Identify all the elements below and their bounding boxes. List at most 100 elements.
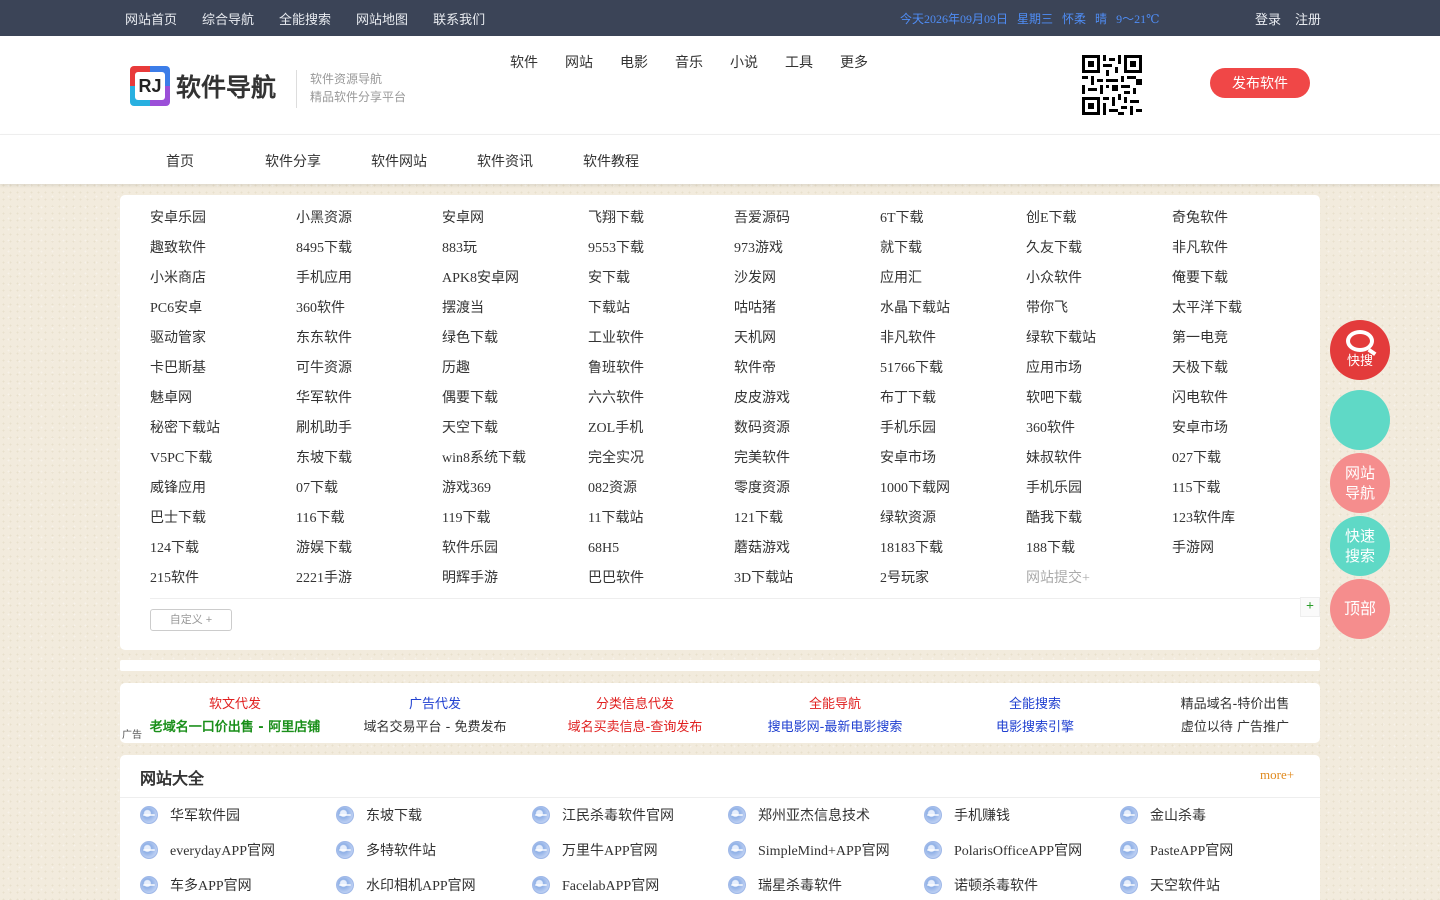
site-link[interactable]: 天空下载 <box>442 415 588 445</box>
directory-item[interactable]: FacelabAPP官网 <box>532 867 728 900</box>
site-link[interactable]: 太平洋下载 <box>1172 295 1318 325</box>
weather-city[interactable]: 怀柔 <box>1062 12 1086 26</box>
site-link[interactable]: 东坡下载 <box>296 445 442 475</box>
directory-item[interactable]: 手机赚钱 <box>924 797 1120 832</box>
category-website[interactable]: 网站 <box>565 52 593 72</box>
site-link[interactable]: 软吧下载 <box>1026 385 1172 415</box>
site-link[interactable]: 天机网 <box>734 325 880 355</box>
site-link[interactable]: 趣致软件 <box>150 235 296 265</box>
ad-link[interactable]: 搜电影网-最新电影搜索 <box>735 716 935 739</box>
site-link[interactable]: 偶要下载 <box>442 385 588 415</box>
directory-item[interactable]: 水印相机APP官网 <box>336 867 532 900</box>
site-link[interactable]: 闪电软件 <box>1172 385 1318 415</box>
site-link[interactable]: 2号玩家 <box>880 565 1026 595</box>
site-link[interactable]: 绿软资源 <box>880 505 1026 535</box>
ad-link[interactable]: 分类信息代发 <box>535 693 735 716</box>
site-link[interactable]: 123软件库 <box>1172 505 1318 535</box>
site-link[interactable]: 下载站 <box>588 295 734 325</box>
site-link[interactable]: 9553下载 <box>588 235 734 265</box>
site-link[interactable]: 秘密下载站 <box>150 415 296 445</box>
site-link[interactable]: 安卓网 <box>442 205 588 235</box>
site-link[interactable]: 1000下载网 <box>880 475 1026 505</box>
nav-item-news[interactable]: 软件资讯 <box>477 151 533 171</box>
site-link[interactable]: 973游戏 <box>734 235 880 265</box>
directory-item[interactable]: 江民杀毒软件官网 <box>532 797 728 832</box>
site-link[interactable]: 俺要下载 <box>1172 265 1318 295</box>
directory-item[interactable]: 华军软件园 <box>140 797 336 832</box>
site-link[interactable]: 卡巴斯基 <box>150 355 296 385</box>
site-link[interactable]: win8系统下载 <box>442 445 588 475</box>
site-link[interactable]: 手机乐园 <box>880 415 1026 445</box>
ad-link[interactable]: 精品域名-特价出售 <box>1135 693 1335 716</box>
site-link[interactable]: APK8安卓网 <box>442 265 588 295</box>
site-link[interactable]: 带你飞 <box>1026 295 1172 325</box>
category-novel[interactable]: 小说 <box>730 52 758 72</box>
site-link[interactable]: 68H5 <box>588 535 734 565</box>
site-link[interactable]: 安卓市场 <box>880 445 1026 475</box>
back-to-top-button[interactable]: 顶部 <box>1330 579 1390 639</box>
directory-item[interactable]: everydayAPP官网 <box>140 832 336 867</box>
site-link[interactable]: 完美软件 <box>734 445 880 475</box>
site-link[interactable]: 布丁下载 <box>880 385 1026 415</box>
submit-site-link[interactable]: 网站提交+ <box>1026 565 1172 595</box>
category-software[interactable]: 软件 <box>510 52 538 72</box>
directory-item[interactable]: 车多APP官网 <box>140 867 336 900</box>
site-link[interactable]: 沙发网 <box>734 265 880 295</box>
site-link[interactable]: 07下载 <box>296 475 442 505</box>
site-link[interactable]: 天极下载 <box>1172 355 1318 385</box>
directory-item[interactable]: SimpleMind+APP官网 <box>728 832 924 867</box>
site-link[interactable]: 驱动管家 <box>150 325 296 355</box>
directory-item[interactable]: PasteAPP官网 <box>1120 832 1316 867</box>
category-music[interactable]: 音乐 <box>675 52 703 72</box>
site-link[interactable]: 华军软件 <box>296 385 442 415</box>
ad-link[interactable]: 老域名一口价出售 - 阿里店铺 <box>135 716 335 739</box>
site-link[interactable]: 6T下载 <box>880 205 1026 235</box>
login-link[interactable]: 登录 <box>1255 9 1281 28</box>
site-link[interactable]: 非凡软件 <box>880 325 1026 355</box>
nav-item-home[interactable]: 首页 <box>166 151 194 171</box>
site-link[interactable]: 零度资源 <box>734 475 880 505</box>
ad-link[interactable]: 软文代发 <box>135 693 335 716</box>
site-link[interactable]: 巴士下载 <box>150 505 296 535</box>
category-tools[interactable]: 工具 <box>785 52 813 72</box>
directory-item[interactable]: 天空软件站 <box>1120 867 1316 900</box>
site-link[interactable]: 创E下载 <box>1026 205 1172 235</box>
site-link[interactable]: 明辉手游 <box>442 565 588 595</box>
site-link[interactable]: 119下载 <box>442 505 588 535</box>
site-link[interactable]: PC6安卓 <box>150 295 296 325</box>
site-link[interactable]: 皮皮游戏 <box>734 385 880 415</box>
site-link[interactable]: 应用汇 <box>880 265 1026 295</box>
ad-link[interactable]: 全能搜索 <box>935 693 1135 716</box>
directory-item[interactable]: 诺顿杀毒软件 <box>924 867 1120 900</box>
site-link[interactable]: 小众软件 <box>1026 265 1172 295</box>
site-link[interactable]: 吾爱源码 <box>734 205 880 235</box>
site-link[interactable]: 2221手游 <box>296 565 442 595</box>
directory-item[interactable]: 金山杀毒 <box>1120 797 1316 832</box>
category-more[interactable]: 更多 <box>840 52 868 72</box>
site-link[interactable]: 绿软下载站 <box>1026 325 1172 355</box>
site-link[interactable]: 历趣 <box>442 355 588 385</box>
site-link[interactable]: 883玩 <box>442 235 588 265</box>
publish-software-button[interactable]: 发布软件 <box>1210 68 1310 98</box>
site-nav-float-button[interactable]: 网站 导航 <box>1330 453 1390 513</box>
site-link[interactable]: 360软件 <box>1026 415 1172 445</box>
site-link[interactable]: 完全实况 <box>588 445 734 475</box>
site-link[interactable]: 115下载 <box>1172 475 1318 505</box>
site-link[interactable]: 188下载 <box>1026 535 1172 565</box>
nav-item-tutorials[interactable]: 软件教程 <box>583 151 639 171</box>
site-link[interactable]: 工业软件 <box>588 325 734 355</box>
nav-item-sites[interactable]: 软件网站 <box>371 151 427 171</box>
category-movie[interactable]: 电影 <box>620 52 648 72</box>
quick-search-float-button[interactable]: 快搜 <box>1330 320 1390 380</box>
site-link[interactable]: 威锋应用 <box>150 475 296 505</box>
directory-item[interactable]: 万里牛APP官网 <box>532 832 728 867</box>
site-link[interactable]: ZOL手机 <box>588 415 734 445</box>
ad-link[interactable]: 电影搜索引擎 <box>935 716 1135 739</box>
top-link-home[interactable]: 网站首页 <box>125 9 177 28</box>
site-link[interactable]: 可牛资源 <box>296 355 442 385</box>
directory-item[interactable]: 东坡下载 <box>336 797 532 832</box>
nav-item-share[interactable]: 软件分享 <box>265 151 321 171</box>
site-link[interactable]: 手机乐园 <box>1026 475 1172 505</box>
site-link[interactable]: 360软件 <box>296 295 442 325</box>
site-link[interactable]: 18183下载 <box>880 535 1026 565</box>
